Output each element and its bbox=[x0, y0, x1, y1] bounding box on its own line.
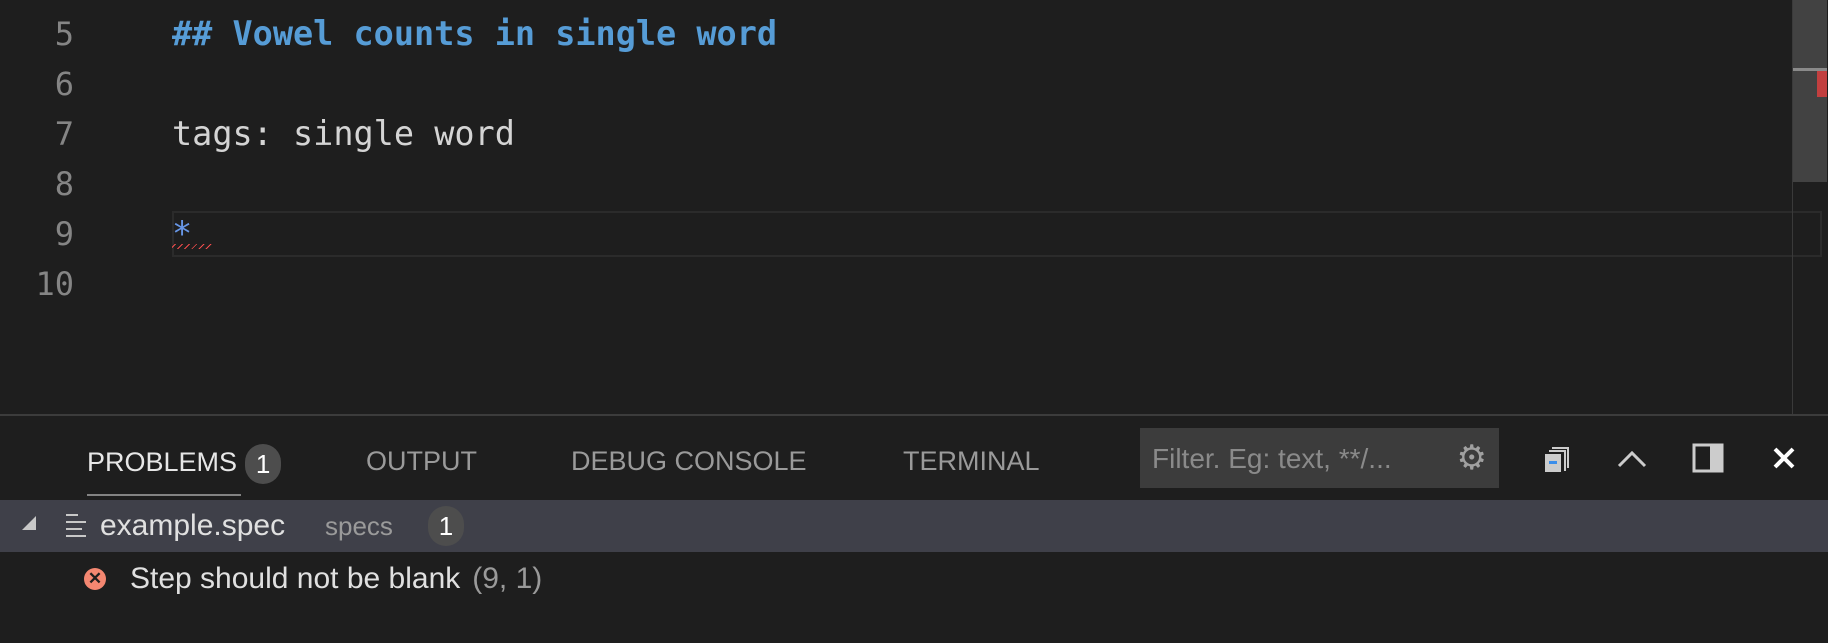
filter-settings-icon[interactable]: ⚙ bbox=[1457, 440, 1487, 476]
editor-line[interactable]: 8 bbox=[0, 159, 1792, 209]
editor-scrollbar[interactable] bbox=[1792, 0, 1828, 414]
editor-line[interactable]: 10 bbox=[0, 259, 1792, 309]
problem-item[interactable]: ✕ Step should not be blank (9, 1) bbox=[0, 556, 1828, 602]
editor-line[interactable]: 9 * bbox=[0, 209, 1792, 259]
line-number: 6 bbox=[54, 65, 74, 103]
filter-input[interactable] bbox=[1150, 428, 1444, 490]
tab-output[interactable]: OUTPUT bbox=[366, 444, 477, 478]
problems-filter[interactable]: ⚙ bbox=[1140, 428, 1499, 490]
tab-terminal[interactable]: TERMINAL bbox=[903, 444, 1040, 478]
editor-line[interactable]: 6 bbox=[0, 59, 1792, 109]
maximize-panel-chevron-up-icon[interactable] bbox=[1610, 436, 1654, 480]
tab-debug-console[interactable]: DEBUG CONSOLE bbox=[571, 444, 807, 478]
tab-problems[interactable]: PROBLEMS 1 bbox=[87, 444, 282, 484]
bottom-panel: PROBLEMS 1 OUTPUT DEBUG CONSOLE TERMINAL … bbox=[0, 414, 1828, 643]
problem-message: Step should not be blank bbox=[130, 562, 461, 595]
code-heading: ## Vowel counts in single word bbox=[172, 14, 778, 53]
problem-position: (9, 1) bbox=[472, 562, 543, 595]
file-lines-icon bbox=[66, 514, 86, 542]
editor-line[interactable]: 7 tags: single word bbox=[0, 109, 1792, 159]
file-problem-count-badge: 1 bbox=[428, 506, 464, 546]
code-step-marker: * bbox=[172, 214, 193, 253]
line-number: 9 bbox=[54, 215, 74, 253]
collapse-all-icon[interactable] bbox=[1536, 436, 1580, 480]
close-panel-icon[interactable] bbox=[1762, 436, 1806, 480]
problem-file-row[interactable]: example.spec specs 1 bbox=[0, 500, 1828, 552]
code-tags: tags: single word bbox=[172, 114, 515, 153]
active-tab-indicator bbox=[87, 494, 241, 496]
line-number: 5 bbox=[54, 15, 74, 53]
file-name: example.spec bbox=[100, 509, 286, 542]
tab-label: PROBLEMS bbox=[87, 447, 238, 478]
line-number: 8 bbox=[54, 165, 74, 203]
editor-line[interactable]: 5 ## Vowel counts in single word bbox=[0, 9, 1792, 59]
line-number: 10 bbox=[35, 265, 74, 303]
error-icon: ✕ bbox=[84, 568, 106, 590]
expand-triangle-icon[interactable] bbox=[22, 516, 36, 530]
error-marker bbox=[1817, 71, 1827, 97]
line-number: 7 bbox=[54, 115, 74, 153]
editor[interactable]: 5 ## Vowel counts in single word 6 7 tag… bbox=[0, 0, 1828, 414]
toggle-panel-position-icon[interactable] bbox=[1686, 436, 1730, 480]
file-folder: specs bbox=[325, 511, 393, 541]
problems-count-badge: 1 bbox=[245, 444, 282, 484]
